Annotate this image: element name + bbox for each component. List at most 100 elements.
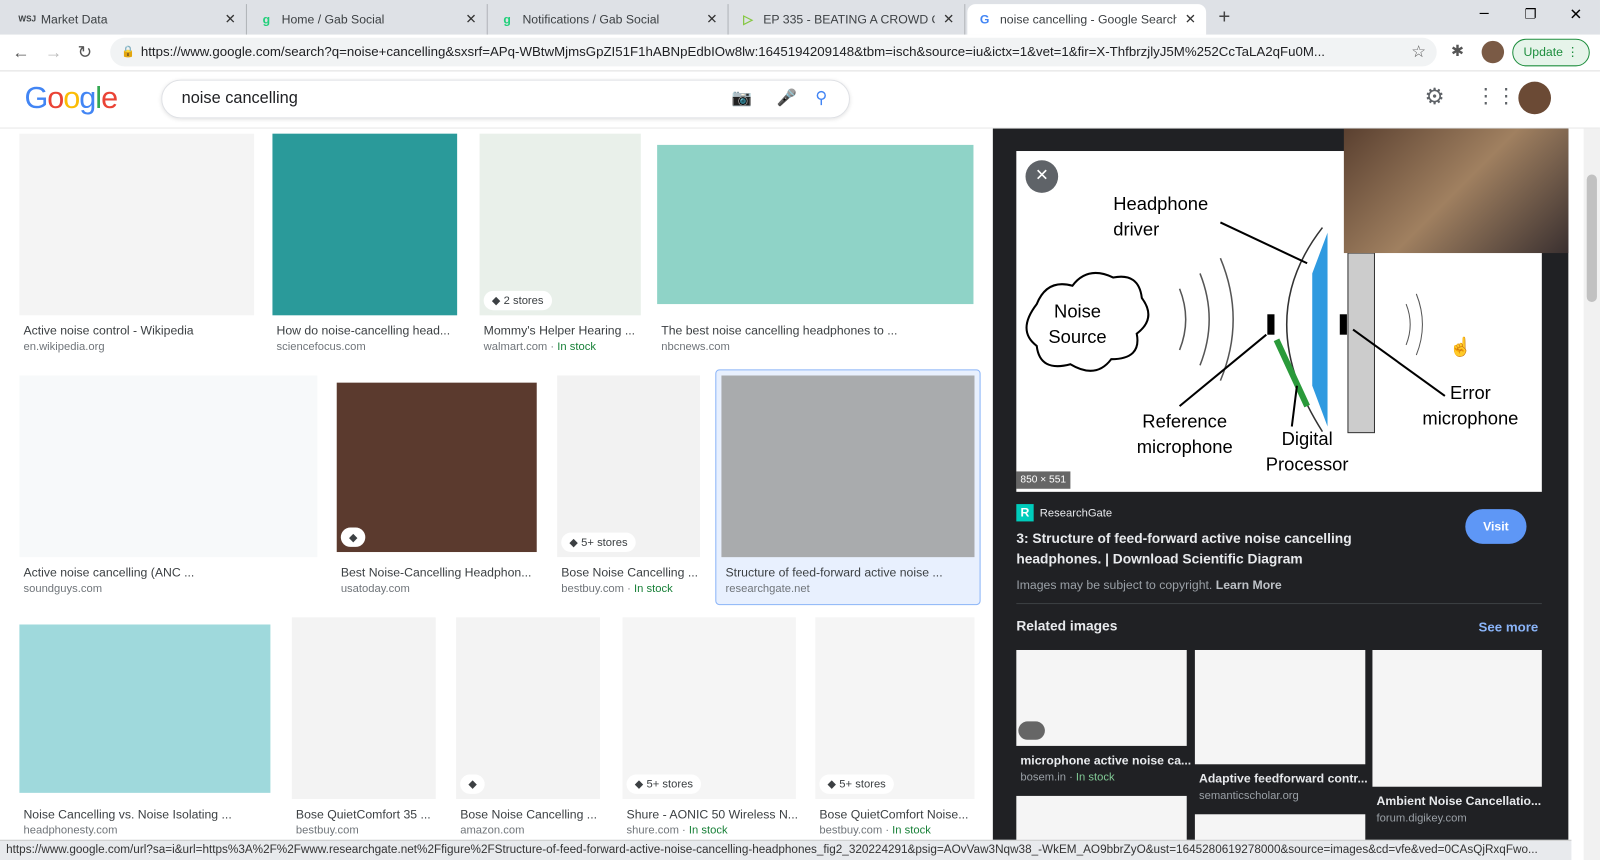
close-icon[interactable]: ✕ bbox=[943, 11, 954, 27]
source-domain: bestbuy.com bbox=[819, 824, 883, 837]
search-input[interactable]: noise cancelling 📷 🎤 ⚲ bbox=[161, 79, 850, 119]
result-thumbnail[interactable] bbox=[19, 133, 255, 316]
update-button[interactable]: Update ⋮ bbox=[1512, 38, 1590, 67]
google-icon: G bbox=[979, 12, 990, 27]
related-caption[interactable]: microphone active noise ca... bbox=[1020, 753, 1191, 767]
extensions-icon[interactable]: ✱ bbox=[1451, 42, 1464, 60]
tab-title: Notifications / Gab Social bbox=[522, 12, 660, 27]
result-caption[interactable]: Mommy's Helper Hearing ... bbox=[484, 323, 645, 337]
result-thumbnail[interactable] bbox=[272, 133, 458, 316]
source-domain: walmart.com bbox=[483, 340, 548, 354]
badge-text: 5+ stores bbox=[646, 778, 693, 791]
apps-grid-icon[interactable]: ⋮⋮ bbox=[1475, 84, 1516, 110]
related-image-1[interactable] bbox=[1016, 649, 1187, 746]
result-caption[interactable]: Active noise control - Wikipedia bbox=[23, 323, 258, 337]
result-caption[interactable]: Bose QuietComfort Noise... bbox=[819, 807, 978, 821]
result-source: researchgate.net bbox=[726, 583, 810, 595]
result-thumbnail[interactable] bbox=[336, 382, 537, 553]
result-source: amazon.com bbox=[460, 824, 524, 836]
scrollbar[interactable] bbox=[1583, 128, 1600, 860]
stores-badge: ◆ 5+ stores bbox=[626, 774, 702, 794]
result-source: shure.com · In stock bbox=[626, 824, 728, 837]
scrollbar-thumb[interactable] bbox=[1586, 174, 1597, 303]
reload-icon[interactable]: ↻ bbox=[78, 43, 93, 63]
result-caption[interactable]: Bose Noise Cancelling ... bbox=[561, 565, 704, 579]
back-icon[interactable]: ← bbox=[12, 43, 29, 63]
tag-icon: ◆ bbox=[468, 778, 478, 791]
related-source: semanticscholar.org bbox=[1198, 789, 1299, 803]
visit-button[interactable]: Visit bbox=[1465, 509, 1527, 544]
see-more-link[interactable]: See more bbox=[1479, 619, 1539, 634]
source-domain: headphonesty.com bbox=[23, 824, 118, 837]
result-caption[interactable]: Structure of feed-forward active noise .… bbox=[726, 565, 979, 579]
search-icon[interactable]: ⚲ bbox=[815, 81, 827, 118]
preview-title[interactable]: 3: Structure of feed-forward active nois… bbox=[1016, 529, 1394, 570]
source-domain: amazon.com bbox=[460, 824, 525, 837]
settings-gear-icon[interactable]: ⚙ bbox=[1424, 84, 1444, 111]
account-avatar[interactable] bbox=[1518, 81, 1552, 115]
result-caption[interactable]: Best Noise-Cancelling Headphon... bbox=[341, 565, 541, 579]
source-domain: sciencefocus.com bbox=[276, 340, 366, 354]
tab-gab-notifications[interactable]: g Notifications / Gab Social ✕ bbox=[490, 4, 729, 35]
tab-title: EP 335 - BEATING A CROWD CO bbox=[763, 12, 935, 27]
stock-status: In stock bbox=[1075, 771, 1115, 784]
result-source: bestbuy.com · In stock bbox=[561, 582, 673, 595]
tab-gab-home[interactable]: g Home / Gab Social ✕ bbox=[249, 4, 488, 35]
result-source: headphonesty.com bbox=[23, 824, 117, 836]
result-source: soundguys.com bbox=[23, 583, 102, 595]
microphone-icon[interactable]: 🎤 bbox=[777, 81, 797, 118]
url-text: https://www.google.com/search?q=noise+ca… bbox=[140, 43, 1325, 60]
result-thumbnail[interactable] bbox=[19, 375, 318, 558]
close-icon[interactable]: ✕ bbox=[465, 11, 476, 27]
result-thumbnail[interactable] bbox=[657, 144, 974, 305]
image-dimensions: 850 × 551 bbox=[1016, 471, 1071, 489]
google-header: Google noise cancelling 📷 🎤 ⚲ ⚙ ⋮⋮ bbox=[0, 71, 1600, 129]
result-caption[interactable]: Active noise cancelling (ANC ... bbox=[23, 565, 321, 579]
tab-rumble[interactable]: ▷ EP 335 - BEATING A CROWD CO ✕ bbox=[731, 4, 966, 35]
related-caption[interactable]: Ambient Noise Cancellatio... bbox=[1377, 794, 1542, 808]
result-caption[interactable]: The best noise cancelling headphones to … bbox=[661, 323, 977, 337]
stock-status: In stock bbox=[892, 824, 931, 837]
result-thumbnail[interactable] bbox=[291, 617, 436, 799]
result-caption[interactable]: Noise Cancelling vs. Noise Isolating ... bbox=[23, 807, 274, 821]
diagram-label-source: Noise Source bbox=[1048, 301, 1107, 347]
related-image-3[interactable] bbox=[1372, 649, 1542, 787]
address-bar[interactable]: 🔒 https://www.google.com/search?q=noise+c… bbox=[110, 37, 1437, 67]
restore-button[interactable]: ❐ bbox=[1524, 6, 1536, 22]
google-logo[interactable]: Google bbox=[24, 82, 118, 117]
bookmark-star-icon[interactable]: ☆ bbox=[1411, 42, 1426, 62]
result-thumbnail[interactable] bbox=[479, 133, 641, 316]
result-thumbnail[interactable] bbox=[19, 624, 271, 793]
result-caption[interactable]: Bose QuietComfort 35 ... bbox=[296, 807, 440, 821]
stock-status: In stock bbox=[557, 340, 596, 354]
result-caption[interactable]: How do noise-cancelling head... bbox=[277, 323, 462, 337]
forward-icon[interactable]: → bbox=[45, 43, 62, 63]
tab-market-data[interactable]: WSJ Market Data ✕ bbox=[8, 4, 247, 35]
related-image-2[interactable] bbox=[1194, 649, 1366, 765]
profile-avatar[interactable] bbox=[1481, 40, 1505, 64]
close-icon[interactable]: ✕ bbox=[706, 11, 717, 27]
source-domain: bestbuy.com bbox=[561, 582, 625, 595]
tab-strip: WSJ Market Data ✕ g Home / Gab Social ✕ g Not… bbox=[0, 0, 1600, 35]
result-thumbnail[interactable] bbox=[557, 375, 700, 558]
close-icon[interactable]: ✕ bbox=[225, 11, 236, 27]
diagram-label-ref: Reference microphone bbox=[1136, 411, 1233, 458]
result-thumbnail[interactable] bbox=[622, 617, 796, 799]
source-site[interactable]: ResearchGate bbox=[1040, 507, 1112, 519]
wsj-icon: WSJ bbox=[18, 14, 37, 24]
minimize-button[interactable]: – bbox=[1480, 4, 1489, 22]
result-caption[interactable]: Bose Noise Cancelling ... bbox=[460, 807, 604, 821]
close-preview-button[interactable]: ✕ bbox=[1025, 160, 1059, 193]
new-tab-button[interactable]: + bbox=[1218, 6, 1230, 29]
rumble-icon: ▷ bbox=[743, 12, 753, 27]
learn-more-link[interactable]: Learn More bbox=[1216, 578, 1282, 592]
camera-icon[interactable]: 📷 bbox=[732, 81, 752, 118]
result-thumbnail[interactable] bbox=[815, 617, 975, 799]
result-caption[interactable]: Shure - AONIC 50 Wireless N... bbox=[627, 807, 800, 821]
close-icon[interactable]: ✕ bbox=[1185, 11, 1196, 27]
related-caption[interactable]: Adaptive feedforward contr... bbox=[1199, 771, 1368, 785]
result-thumbnail[interactable] bbox=[721, 375, 975, 558]
tab-google-search[interactable]: Gnoise cancelling - Google Search ✕ bbox=[967, 4, 1207, 35]
window-close-button[interactable]: ✕ bbox=[1569, 5, 1582, 23]
result-thumbnail[interactable] bbox=[456, 617, 600, 799]
